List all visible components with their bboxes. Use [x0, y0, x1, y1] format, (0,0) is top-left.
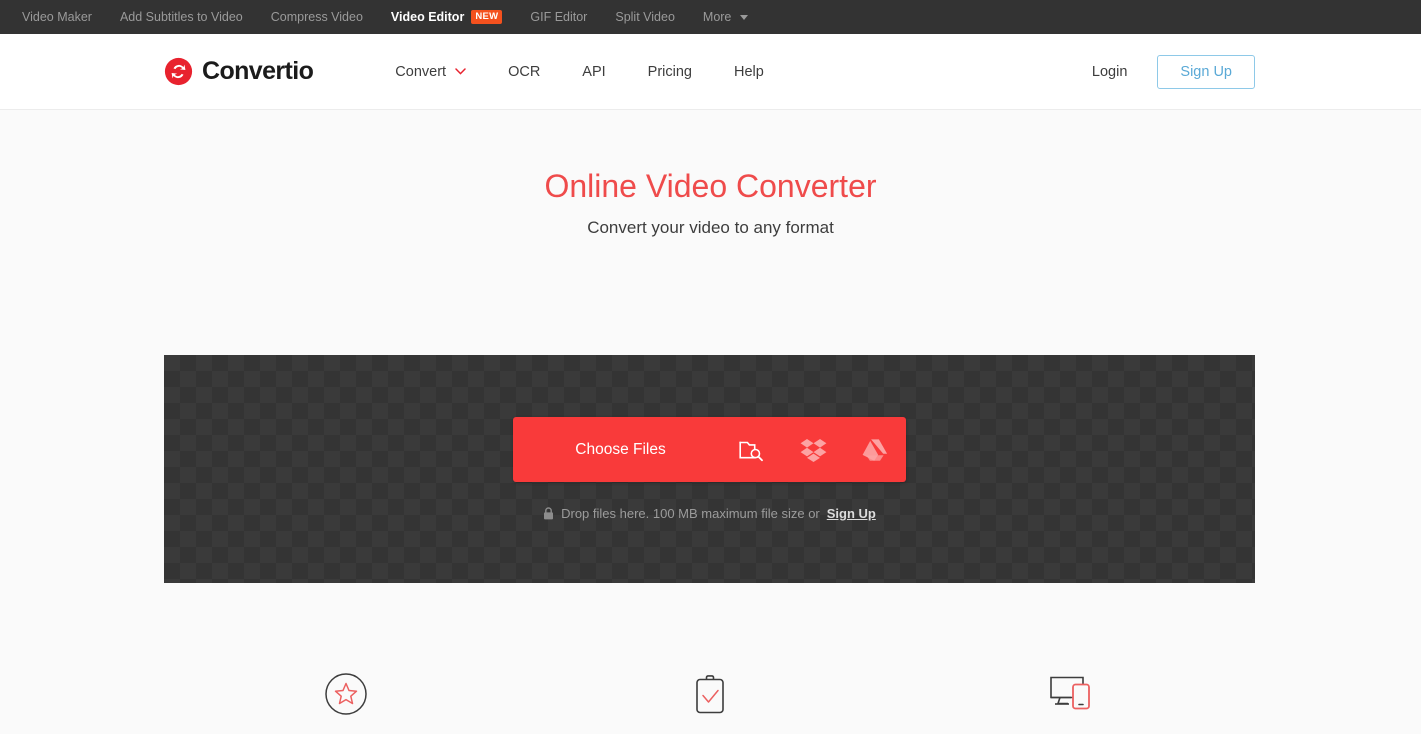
page-title: Online Video Converter: [544, 168, 877, 204]
topbar-item-label: Video Maker: [22, 10, 92, 24]
dropbox-button[interactable]: [782, 438, 844, 462]
logo-text: Convertio: [202, 57, 314, 85]
nav-item-help[interactable]: Help: [713, 64, 785, 80]
signup-button[interactable]: Sign Up: [1157, 54, 1255, 89]
nav-item-label: Pricing: [647, 63, 692, 80]
nav-item-convert[interactable]: Convert: [374, 64, 487, 80]
nav-item-label: API: [582, 63, 606, 80]
topbar-item-label: GIF Editor: [530, 10, 588, 24]
feature-devices: [891, 672, 1255, 732]
topbar-item-video-maker[interactable]: Video Maker: [22, 0, 106, 34]
nav-item-ocr[interactable]: OCR: [487, 64, 561, 80]
topbar-item-more[interactable]: More: [689, 0, 762, 34]
topbar-item-video-editor[interactable]: Video Editor NEW: [377, 0, 516, 34]
main-navigation: Convert OCR API Pricing Help: [374, 64, 785, 80]
folder-search-icon: [739, 441, 763, 461]
topbar-item-label: Add Subtitles to Video: [119, 10, 243, 24]
clipboard-check-icon: [695, 675, 724, 714]
topbar-item-label: Split Video: [615, 10, 675, 24]
site-header: Convertio Convert OCR API Pricing Help L…: [0, 34, 1421, 110]
topbar-item-label: Video Editor: [390, 10, 465, 24]
dropzone-note-text: Drop files here. 100 MB maximum file siz…: [561, 506, 820, 521]
chevron-down-icon: [740, 14, 749, 20]
page-subtitle: Convert your video to any format: [587, 218, 834, 238]
dropzone-note: Drop files here. 100 MB maximum file siz…: [543, 506, 876, 521]
star-in-circle-icon: [325, 673, 367, 715]
choose-files-button[interactable]: Choose Files: [513, 441, 720, 459]
convert-arrows-icon: [164, 57, 193, 86]
new-badge: NEW: [471, 9, 503, 25]
dropbox-icon: [800, 438, 826, 462]
topbar-item-compress-video[interactable]: Compress Video: [257, 0, 377, 34]
nav-item-api[interactable]: API: [561, 64, 626, 80]
choose-files-bar: Choose Files: [513, 417, 906, 482]
google-drive-icon: [862, 438, 888, 461]
logo[interactable]: Convertio: [164, 57, 314, 86]
topbar-item-gif-editor[interactable]: GIF Editor: [516, 0, 601, 34]
nav-item-label: Help: [734, 63, 764, 80]
feature-settings: [528, 672, 892, 732]
login-link[interactable]: Login: [1092, 64, 1127, 80]
header-actions: Login Sign Up: [1092, 54, 1255, 89]
google-drive-button[interactable]: [844, 438, 906, 462]
topbar-item-label: Compress Video: [270, 10, 363, 24]
local-files-button[interactable]: [720, 437, 782, 463]
desktop-mobile-icon: [1050, 676, 1091, 710]
nav-item-label: OCR: [508, 63, 541, 80]
file-dropzone[interactable]: Choose Files Drop files here. 100 MB max…: [164, 355, 1255, 583]
nav-item-label: Convert: [395, 63, 447, 80]
top-utility-bar: Video Maker Add Subtitles to Video Compr…: [0, 0, 1421, 34]
topbar-item-add-subtitles-to-video[interactable]: Add Subtitles to Video: [106, 0, 257, 34]
hero-section: Online Video Converter Convert your vide…: [0, 110, 1421, 238]
features-row: [164, 672, 1255, 732]
topbar-item-split-video[interactable]: Split Video: [601, 0, 689, 34]
nav-item-pricing[interactable]: Pricing: [627, 64, 713, 80]
lock-icon: [544, 507, 554, 520]
dropzone-signup-link[interactable]: Sign Up: [827, 506, 876, 521]
chevron-down-icon: [455, 68, 466, 75]
topbar-item-label: More: [702, 10, 732, 24]
feature-quality: [164, 672, 528, 732]
